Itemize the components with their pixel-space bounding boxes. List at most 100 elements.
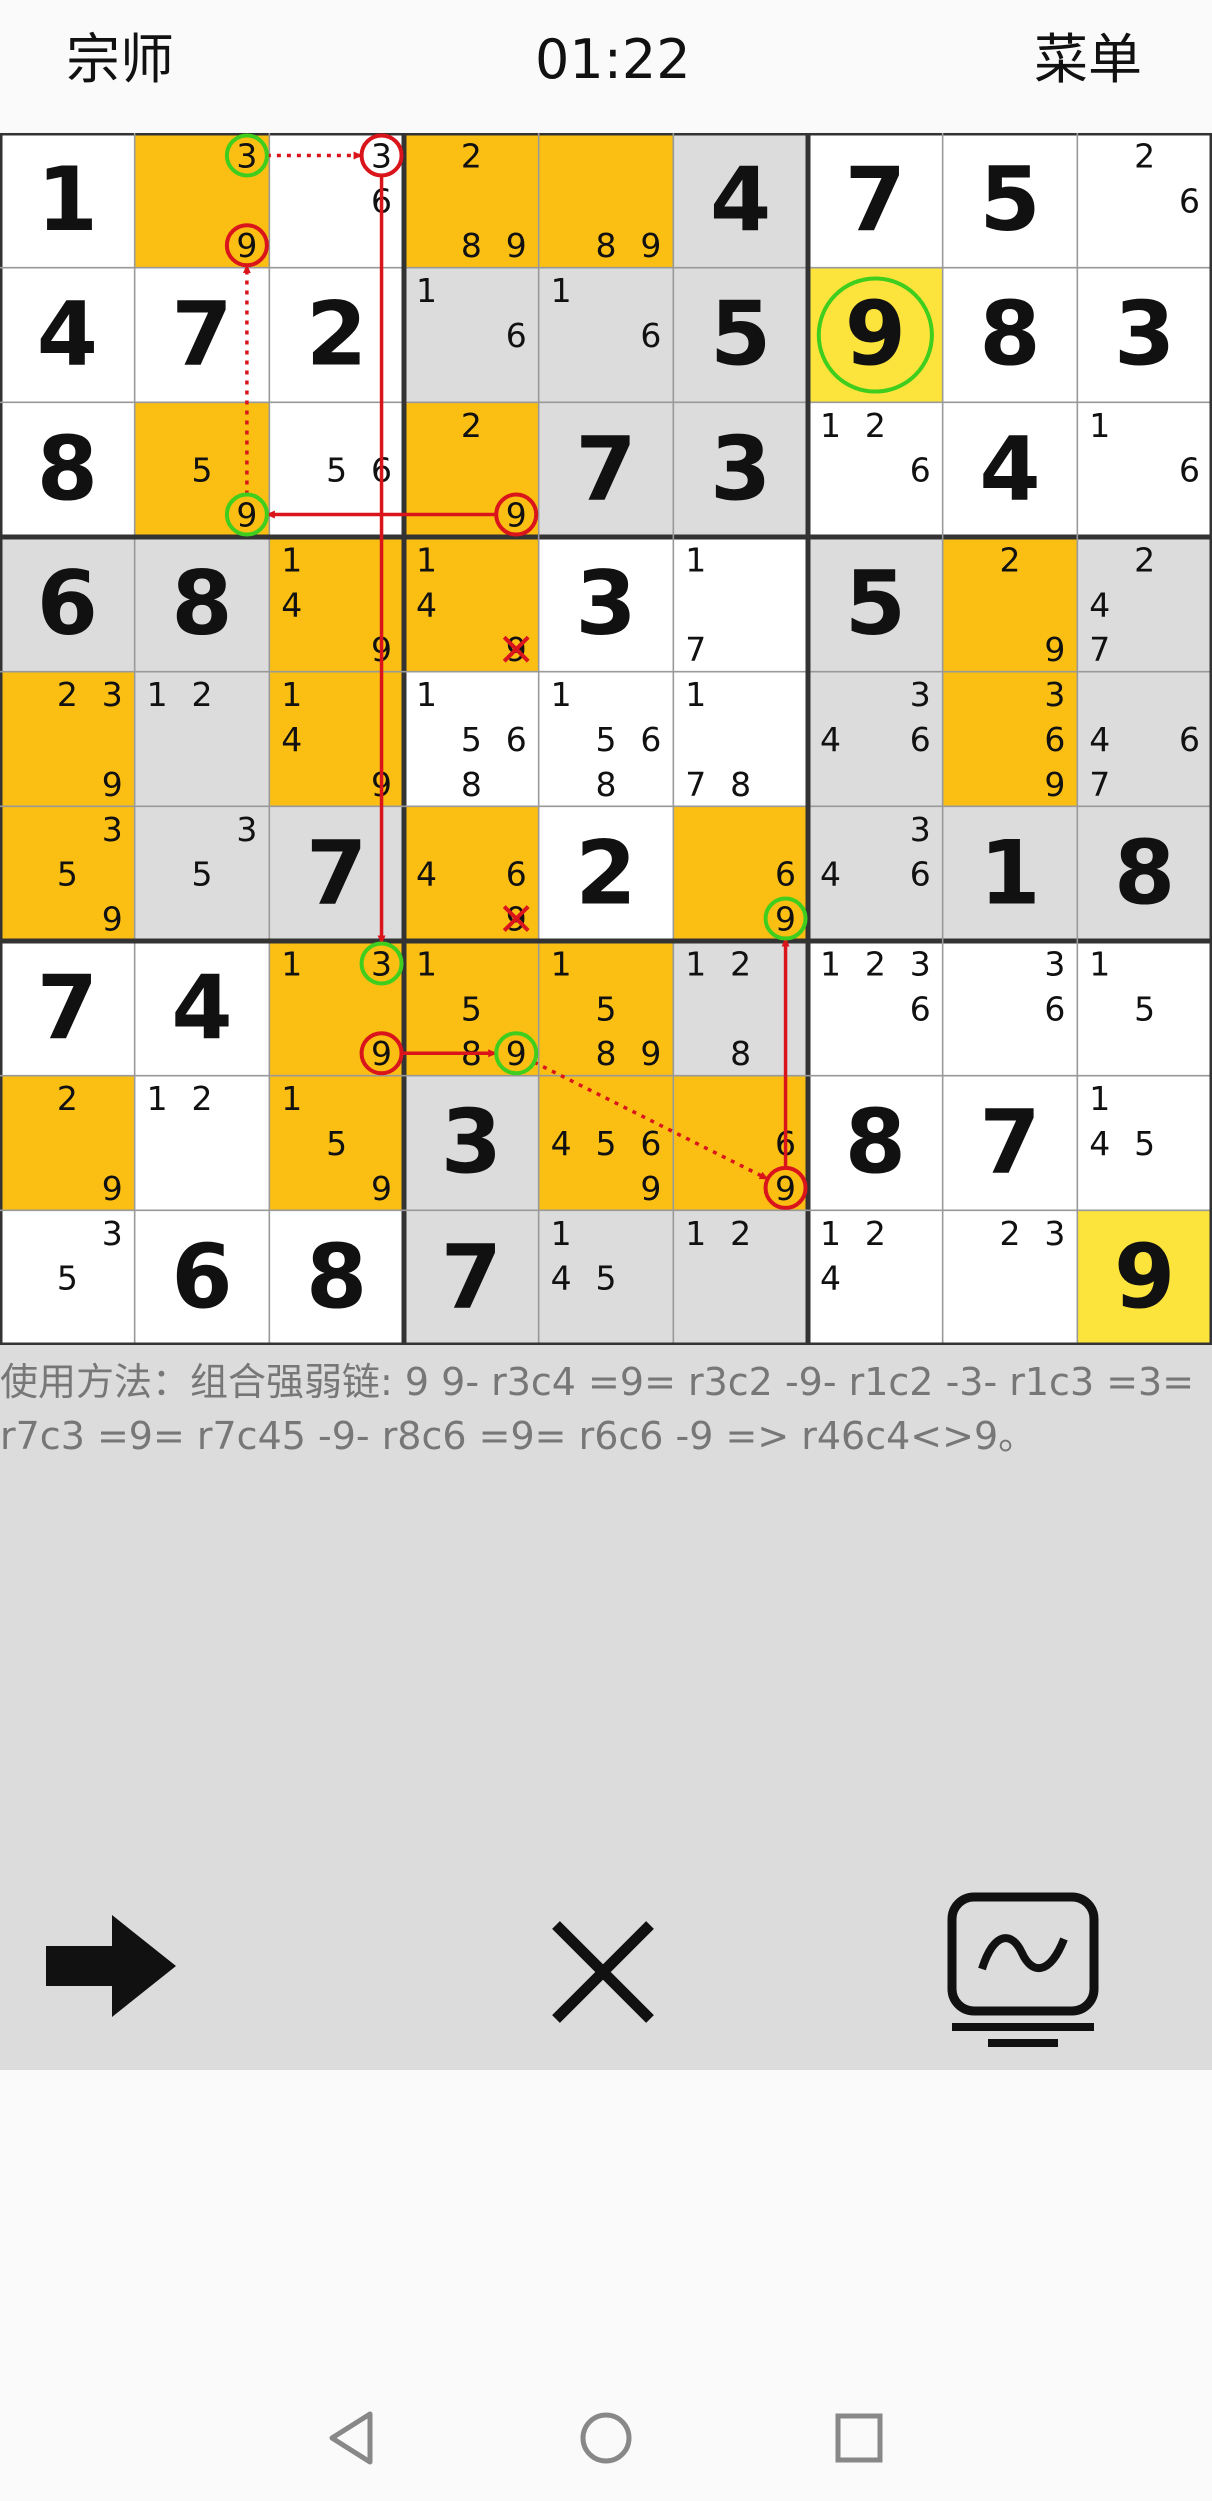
candidate-cell[interactable]: 15 (1077, 941, 1212, 1076)
cell-value: 3 (710, 417, 771, 520)
candidate-cell[interactable]: 24 7 (1077, 537, 1212, 672)
candidate-cell[interactable]: 2 8 9 (404, 133, 539, 268)
given-cell[interactable]: 8 (269, 1210, 404, 1345)
candidate-cell[interactable]: 29 (942, 537, 1078, 672)
candidate-cell[interactable]: 3 4 6 (808, 806, 943, 941)
given-cell[interactable]: 4 (673, 133, 808, 268)
given-cell[interactable]: 6 (0, 537, 135, 672)
candidate-cell[interactable]: 1 3 9 (269, 941, 404, 1076)
given-cell[interactable]: 8 (942, 267, 1078, 403)
candidate-digit: 1 (820, 1214, 841, 1253)
candidate-cell[interactable]: 1 4 5 (1077, 1075, 1212, 1211)
candidate-cell[interactable]: 1 7 8 (673, 671, 808, 807)
candidate-cell[interactable]: 15 68 (538, 671, 674, 807)
given-cell[interactable]: 7 (134, 267, 270, 403)
candidate-cell[interactable]: 16 (538, 267, 674, 403)
candidate-cell[interactable]: 3 6 9 (942, 671, 1078, 807)
candidate-cell[interactable]: 1 2 3 6 (808, 941, 943, 1076)
candidate-cell[interactable]: 56 (269, 402, 404, 537)
candidate-cell[interactable]: 149 (269, 537, 404, 672)
candidate-cell[interactable]: 159 (269, 1075, 404, 1211)
candidate-cell[interactable]: 36 (942, 941, 1078, 1076)
candidate-digit: 6 (1044, 720, 1065, 759)
given-cell[interactable]: 7 (538, 402, 674, 537)
candidate-digit: 5 (57, 1259, 78, 1298)
candidate-digit: 1 (281, 944, 302, 983)
menu-button[interactable]: 菜单 (1034, 24, 1142, 96)
given-cell[interactable]: 7 (942, 1075, 1078, 1211)
candidate-cell[interactable]: 39 (134, 133, 270, 268)
candidate-digit: 3 (1044, 1214, 1065, 1253)
given-cell[interactable]: 2 (538, 806, 674, 941)
candidate-cell[interactable]: 26 (1077, 133, 1212, 268)
given-cell[interactable]: 5 (942, 133, 1078, 268)
candidate-cell[interactable]: 35 (0, 1210, 135, 1345)
candidate-digit: 1 (281, 675, 302, 714)
given-cell[interactable]: 2 (269, 267, 404, 403)
candidate-cell[interactable]: 29 (404, 402, 539, 537)
given-cell[interactable]: 8 (1077, 806, 1212, 941)
given-cell[interactable]: 7 (269, 806, 404, 941)
given-cell[interactable]: 4 (942, 402, 1078, 537)
candidate-cell[interactable]: 69 (673, 806, 808, 941)
given-cell[interactable]: 4 (0, 267, 135, 403)
candidate-cell[interactable]: 158 9 (404, 941, 539, 1076)
given-cell[interactable]: 7 (404, 1210, 539, 1345)
given-cell[interactable]: 7 (808, 133, 943, 268)
candidate-cell[interactable]: 35 (134, 806, 270, 941)
back-triangle-icon[interactable] (326, 2410, 376, 2466)
candidate-cell[interactable]: 36 (269, 133, 404, 268)
candidate-cell[interactable]: 1 26 (808, 402, 943, 537)
candidate-cell[interactable]: 2 3 9 (0, 671, 135, 807)
given-cell[interactable]: 8 (134, 537, 270, 672)
candidate-cell[interactable]: 1 4 5 (538, 1210, 674, 1345)
given-cell[interactable]: 6 (134, 1210, 270, 1345)
candidate-cell[interactable]: 69 (673, 1075, 808, 1211)
given-cell[interactable]: 8 (808, 1075, 943, 1211)
candidate-digit: 3 (1044, 675, 1065, 714)
candidate-digit: 3 (1044, 944, 1065, 983)
given-cell[interactable]: 3 (673, 402, 808, 537)
candidate-cell[interactable]: 3 4 6 (808, 671, 943, 807)
candidate-digit: 5 (596, 720, 617, 759)
candidate-cell[interactable]: 23 (942, 1210, 1078, 1345)
recents-square-icon[interactable] (834, 2412, 884, 2464)
candidate-cell[interactable]: 59 (134, 402, 270, 537)
candidate-cell[interactable]: 15 68 (404, 671, 539, 807)
monitor-wave-icon[interactable] (944, 1891, 1104, 2051)
arrow-right-icon[interactable] (44, 1911, 178, 2021)
candidate-cell[interactable]: 12 (134, 1075, 270, 1211)
candidate-cell[interactable]: 4 5 6 9 (538, 1075, 674, 1211)
candidate-cell[interactable]: 149 (269, 671, 404, 807)
given-cell[interactable]: 3 (404, 1075, 539, 1211)
candidate-cell[interactable]: 1 24 (808, 1210, 943, 1345)
candidate-cell[interactable]: 1 2 8 (673, 941, 808, 1076)
candidate-cell[interactable]: 4 6 7 (1077, 671, 1212, 807)
given-cell[interactable]: 9 (808, 267, 943, 403)
candidate-cell[interactable]: 359 (0, 806, 135, 941)
cell-value: 8 (171, 552, 232, 655)
candidate-cell[interactable]: 29 (0, 1075, 135, 1211)
candidate-cell[interactable]: 17 (673, 537, 808, 672)
candidate-cell[interactable]: 89 (538, 133, 674, 268)
given-cell[interactable]: 5 (673, 267, 808, 403)
given-cell[interactable]: 9 (1077, 1210, 1212, 1345)
candidate-cell[interactable]: 12 (673, 1210, 808, 1345)
given-cell[interactable]: 3 (1077, 267, 1212, 403)
given-cell[interactable]: 4 (134, 941, 270, 1076)
given-cell[interactable]: 8 (0, 402, 135, 537)
candidate-cell[interactable]: 16 (1077, 402, 1212, 537)
candidate-digit: 5 (326, 1124, 347, 1163)
home-circle-icon[interactable] (578, 2410, 634, 2466)
candidate-digit: 8 (596, 1034, 617, 1073)
given-cell[interactable]: 1 (942, 806, 1078, 941)
candidate-cell[interactable]: 16 (404, 267, 539, 403)
given-cell[interactable]: 5 (808, 537, 943, 672)
sudoku-board[interactable]: 1393628989475264721616598385956297312641… (0, 133, 1212, 1345)
candidate-cell[interactable]: 12 (134, 671, 270, 807)
given-cell[interactable]: 3 (538, 537, 674, 672)
given-cell[interactable]: 7 (0, 941, 135, 1076)
given-cell[interactable]: 1 (0, 133, 135, 268)
close-icon[interactable] (548, 1917, 658, 2027)
candidate-cell[interactable]: 158 9 (538, 941, 674, 1076)
